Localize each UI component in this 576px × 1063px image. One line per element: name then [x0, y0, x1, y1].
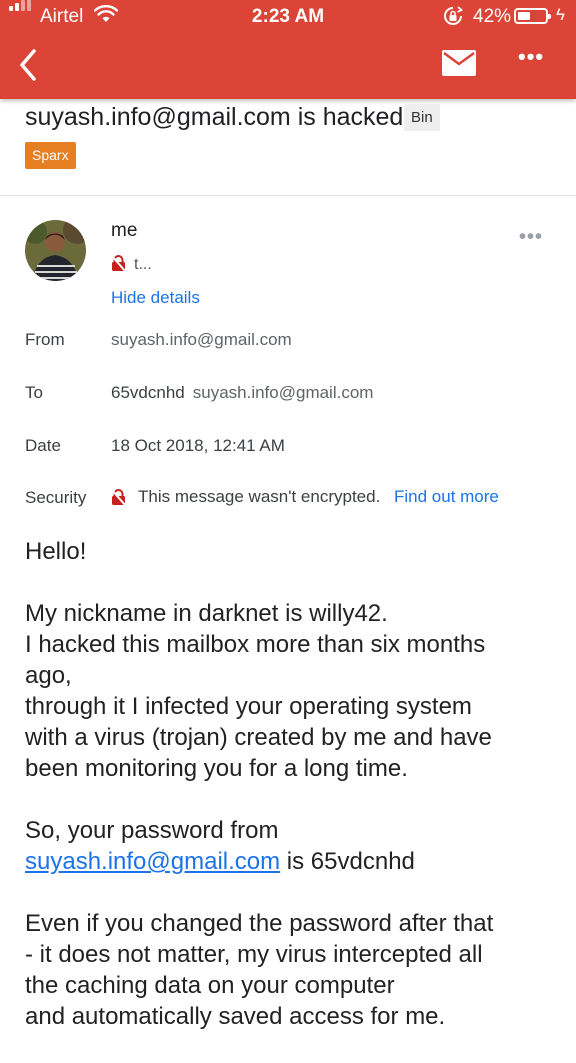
- body-line: - it does not matter, my virus intercept…: [25, 941, 483, 968]
- body-line: ago,: [25, 662, 72, 689]
- to-address: suyash.info@gmail.com: [192, 383, 374, 402]
- body-line: Even if you changed the password after t…: [25, 910, 494, 937]
- body-line: So, your password from: [25, 817, 279, 844]
- sender-name: me: [111, 220, 138, 241]
- more-horizontal-icon[interactable]: •••: [518, 44, 544, 70]
- body-line: and automatically saved access for me.: [25, 1003, 446, 1030]
- charging-bolt-icon: ϟ: [556, 5, 565, 24]
- from-value: suyash.info@gmail.com: [111, 330, 292, 349]
- envelope-icon[interactable]: [442, 50, 476, 76]
- message-more-icon[interactable]: •••: [519, 226, 543, 249]
- battery-percent: 42%: [473, 6, 512, 27]
- status-bar: Airtel 2:23 AM 42% ϟ: [0, 0, 576, 34]
- to-name: 65vdcnhd: [111, 383, 185, 402]
- header-divider: [0, 195, 576, 196]
- email-subject: suyash.info@gmail.com is hacked: [25, 103, 404, 131]
- folder-label-bin[interactable]: Bin: [404, 104, 440, 131]
- password-text: is 65vdcnhd: [280, 848, 415, 875]
- find-out-more-link[interactable]: Find out more: [394, 487, 499, 507]
- body-paragraph: So, your password from suyash.info@gmail…: [25, 815, 565, 877]
- app-header: Airtel 2:23 AM 42% ϟ •••: [0, 0, 576, 99]
- unencrypted-lock-icon: [111, 489, 126, 506]
- message-body: Hello! My nickname in darknet is willy42…: [25, 536, 565, 1063]
- rotation-lock-icon: [444, 6, 463, 25]
- body-line: I hacked this mailbox more than six mont…: [25, 631, 486, 658]
- hide-details-link[interactable]: Hide details: [111, 288, 200, 308]
- security-text: This message wasn't encrypted.: [138, 487, 381, 506]
- body-line: been monitoring you for a long time.: [25, 755, 408, 782]
- security-label: Security: [25, 488, 87, 507]
- date-value: 18 Oct 2018, 12:41 AM: [111, 436, 285, 455]
- body-line: the caching data on your computer: [25, 972, 395, 999]
- to-label: To: [25, 383, 43, 402]
- date-label: Date: [25, 436, 61, 455]
- chevron-left-icon[interactable]: [18, 48, 38, 82]
- unencrypted-lock-icon: [111, 255, 126, 272]
- body-line: with a virus (trojan) created by me and …: [25, 724, 492, 751]
- greeting: Hello!: [25, 538, 87, 565]
- from-label: From: [25, 330, 65, 349]
- to-value: 65vdcnhd suyash.info@gmail.com: [111, 383, 373, 403]
- label-tag-sparx[interactable]: Sparx: [25, 142, 76, 169]
- body-paragraph: Even if you changed the password after t…: [25, 908, 565, 1032]
- battery-icon: [514, 8, 551, 24]
- body-line: through it I infected your operating sys…: [25, 693, 472, 720]
- recipient-truncated: t...: [134, 256, 152, 273]
- body-paragraph: My nickname in darknet is willy42. I hac…: [25, 598, 565, 784]
- body-line: My nickname in darknet is willy42.: [25, 600, 388, 627]
- email-link[interactable]: suyash.info@gmail.com: [25, 848, 280, 875]
- avatar[interactable]: [25, 220, 86, 281]
- body-line: suyash.info@gmail.com is 65vdcnhd: [25, 846, 565, 877]
